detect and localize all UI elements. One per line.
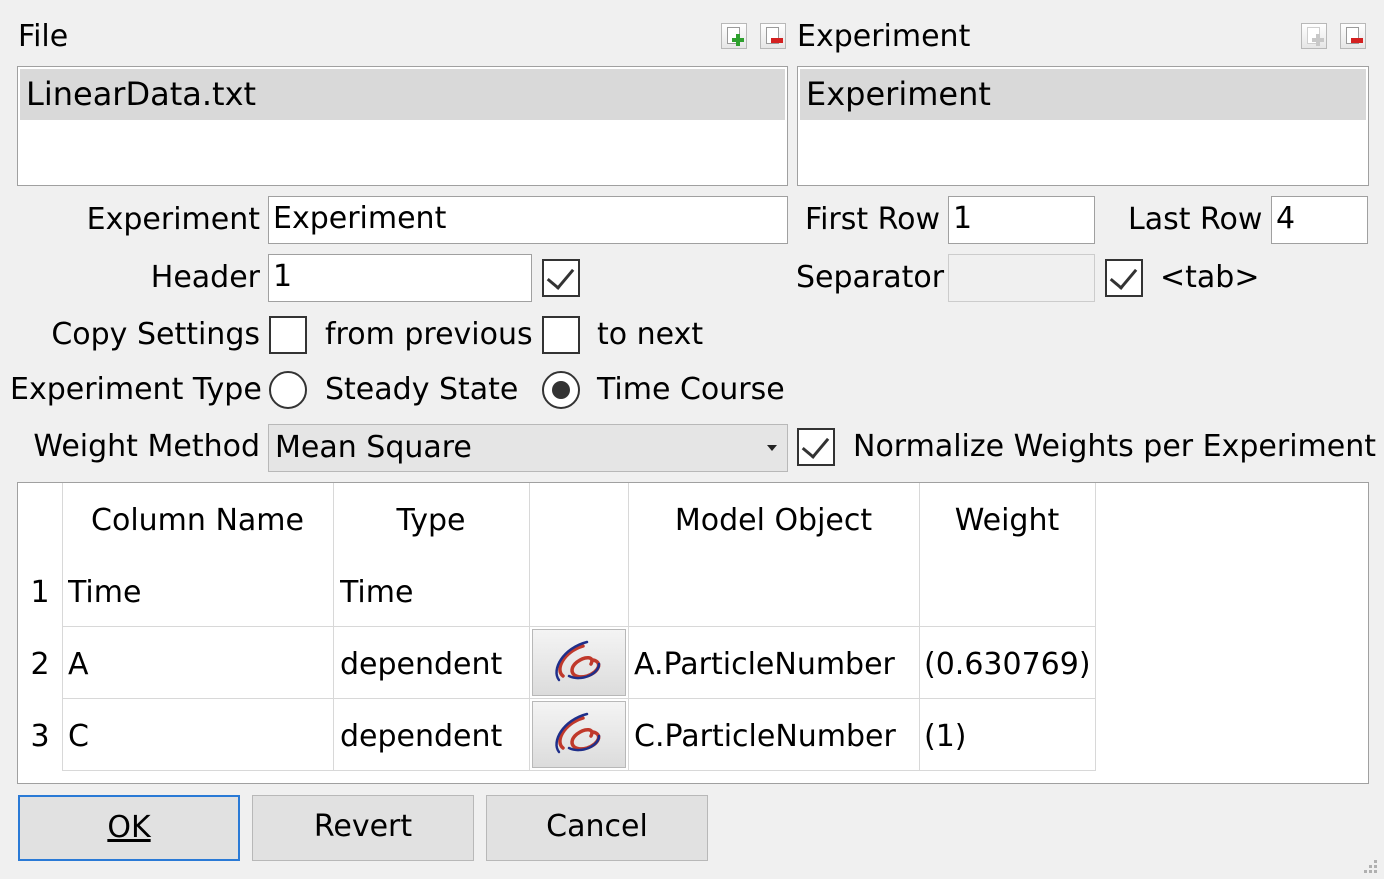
header-weight[interactable]: Weight bbox=[919, 503, 1095, 538]
last-row-label: Last Row bbox=[1128, 202, 1263, 237]
first-row-input[interactable]: 1 bbox=[948, 196, 1095, 244]
row-number: 3 bbox=[30, 719, 50, 754]
ok-button-label: OK bbox=[107, 810, 151, 845]
time-course-radio[interactable] bbox=[542, 371, 580, 409]
cell-column-name[interactable]: C bbox=[68, 719, 330, 754]
copy-settings-label: Copy Settings bbox=[51, 317, 260, 352]
first-row-label: First Row bbox=[805, 202, 941, 237]
minus-icon bbox=[771, 38, 783, 43]
cell-model-object[interactable]: A.ParticleNumber bbox=[634, 647, 917, 682]
steady-state-label: Steady State bbox=[325, 372, 519, 407]
add-file-button[interactable] bbox=[721, 23, 747, 49]
remove-experiment-button[interactable] bbox=[1340, 23, 1366, 49]
file-label: File bbox=[18, 19, 69, 54]
file-list[interactable]: LinearData.txt bbox=[17, 66, 788, 186]
grid-line bbox=[62, 698, 1096, 699]
cancel-button[interactable]: Cancel bbox=[486, 795, 708, 861]
experiment-name-input[interactable]: Experiment bbox=[268, 196, 788, 244]
header-column-name[interactable]: Column Name bbox=[62, 503, 333, 538]
experiment-list[interactable]: Experiment bbox=[797, 66, 1369, 186]
checkmark-icon bbox=[546, 261, 575, 290]
normalize-weights-checkbox[interactable] bbox=[797, 428, 835, 466]
cell-column-name[interactable]: A bbox=[68, 647, 330, 682]
experiment-panel-label: Experiment bbox=[797, 19, 971, 54]
dropdown-arrow-icon bbox=[767, 445, 777, 451]
header-input[interactable]: 1 bbox=[268, 254, 532, 302]
ok-button[interactable]: OK bbox=[18, 795, 240, 861]
revert-button-label: Revert bbox=[313, 809, 413, 844]
grip-dot bbox=[1374, 870, 1377, 873]
from-previous-checkbox[interactable] bbox=[269, 316, 307, 354]
tab-label: <tab> bbox=[1160, 260, 1260, 295]
add-experiment-button[interactable] bbox=[1301, 23, 1327, 49]
from-previous-label: from previous bbox=[325, 317, 533, 352]
separator-input[interactable] bbox=[948, 254, 1095, 302]
plus-icon bbox=[732, 34, 744, 46]
cell-column-name[interactable]: Time bbox=[68, 575, 330, 610]
row-number: 1 bbox=[30, 575, 50, 610]
minus-icon bbox=[1351, 38, 1363, 43]
grip-dot bbox=[1374, 865, 1377, 868]
radio-selected-dot bbox=[552, 381, 570, 399]
remove-file-button[interactable] bbox=[760, 23, 786, 49]
header-model-object[interactable]: Model Object bbox=[628, 503, 919, 538]
grid-line bbox=[62, 770, 1096, 771]
cell-weight[interactable]: (0.630769) bbox=[924, 647, 1094, 682]
experiment-name-label: Experiment bbox=[86, 202, 260, 237]
columns-table[interactable]: Column Name Type Model Object Weight 1 T… bbox=[17, 482, 1369, 784]
plus-icon bbox=[1312, 34, 1324, 46]
grip-dot bbox=[1369, 865, 1372, 868]
grid-line bbox=[62, 626, 1096, 627]
weight-method-dropdown[interactable]: Mean Square bbox=[268, 424, 788, 472]
cell-type[interactable]: dependent bbox=[340, 719, 526, 754]
file-list-item[interactable]: LinearData.txt bbox=[20, 69, 785, 120]
row-number: 2 bbox=[30, 647, 50, 682]
model-object-picker-button[interactable] bbox=[532, 629, 626, 696]
experiment-type-label: Experiment Type bbox=[10, 372, 262, 407]
cell-weight[interactable]: (1) bbox=[924, 719, 1094, 754]
cancel-button-label: Cancel bbox=[546, 809, 648, 844]
model-object-picker-button[interactable] bbox=[532, 701, 626, 768]
to-next-label: to next bbox=[597, 317, 704, 352]
last-row-input[interactable]: 4 bbox=[1271, 196, 1368, 244]
cell-type[interactable]: Time bbox=[340, 575, 526, 610]
experiment-list-item[interactable]: Experiment bbox=[800, 69, 1366, 120]
checkmark-icon bbox=[1109, 261, 1138, 290]
weight-method-value: Mean Square bbox=[275, 430, 472, 465]
header-type[interactable]: Type bbox=[333, 503, 529, 538]
checkmark-icon bbox=[801, 430, 830, 459]
time-course-label: Time Course bbox=[597, 372, 785, 407]
to-next-checkbox[interactable] bbox=[542, 316, 580, 354]
normalize-weights-label: Normalize Weights per Experiment bbox=[853, 429, 1377, 464]
cell-type[interactable]: dependent bbox=[340, 647, 526, 682]
separator-label: Separator bbox=[796, 260, 945, 295]
weight-method-label: Weight Method bbox=[33, 429, 260, 464]
header-label: Header bbox=[150, 260, 260, 295]
cell-model-object[interactable]: C.ParticleNumber bbox=[634, 719, 917, 754]
header-checkbox[interactable] bbox=[542, 259, 580, 297]
grip-dot bbox=[1369, 870, 1372, 873]
steady-state-radio[interactable] bbox=[269, 371, 307, 409]
grip-dot bbox=[1364, 870, 1367, 873]
graph-curve-icon bbox=[555, 712, 601, 754]
graph-curve-icon bbox=[555, 640, 601, 682]
revert-button[interactable]: Revert bbox=[252, 795, 474, 861]
grip-dot bbox=[1374, 860, 1377, 863]
tab-separator-checkbox[interactable] bbox=[1105, 259, 1143, 297]
